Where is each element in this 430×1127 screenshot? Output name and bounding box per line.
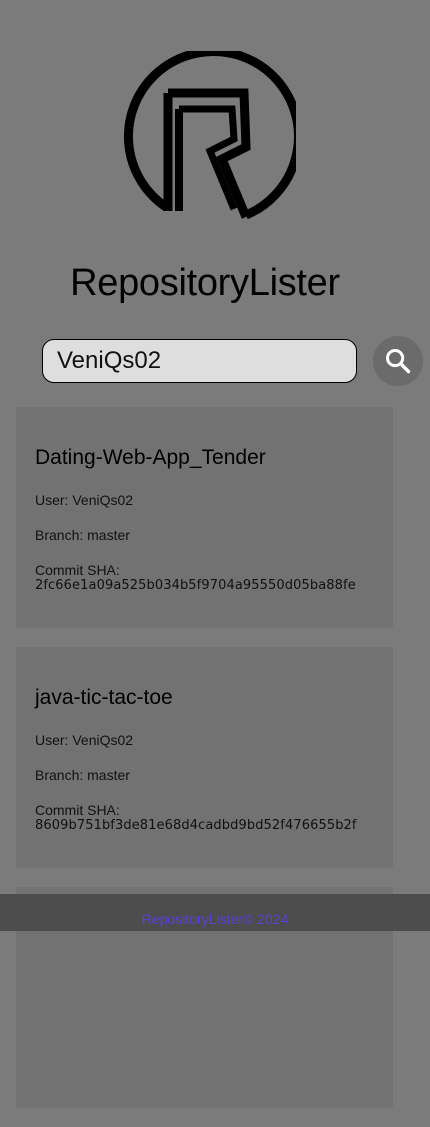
repo-name: Dating-Web-App_Tender: [35, 446, 266, 469]
repo-branch: Branch: master: [35, 767, 130, 783]
repo-sha: 2fc66e1a09a525b034b5f9704a95550d05ba88fe: [35, 578, 356, 593]
repo-card[interactable]: java-tic-tac-toe User: VeniQs02 Branch: …: [16, 647, 393, 868]
app-title: RepositoryLister: [70, 262, 340, 304]
repo-user: User: VeniQs02: [35, 732, 134, 748]
search-icon: [385, 348, 411, 374]
repo-card[interactable]: Dating-Web-App_Tender User: VeniQs02 Bra…: [16, 407, 393, 628]
repo-sha-label: Commit SHA:: [35, 562, 120, 578]
footer: RepositoryLister© 2024: [0, 894, 430, 931]
repo-sha-label: Commit SHA:: [35, 802, 120, 818]
app-logo-icon: [123, 51, 296, 220]
repo-list: Dating-Web-App_Tender User: VeniQs02 Bra…: [16, 407, 393, 1127]
repo-branch: Branch: master: [35, 527, 130, 543]
repo-user: User: VeniQs02: [35, 492, 134, 508]
footer-text: RepositoryLister© 2024: [141, 911, 289, 927]
repo-name: java-tic-tac-toe: [35, 686, 173, 709]
repo-sha: 8609b751bf3de81e68d4cadbd9bd52f476655b2f: [35, 818, 357, 833]
search-button[interactable]: [373, 336, 423, 386]
search-input[interactable]: [42, 339, 357, 383]
